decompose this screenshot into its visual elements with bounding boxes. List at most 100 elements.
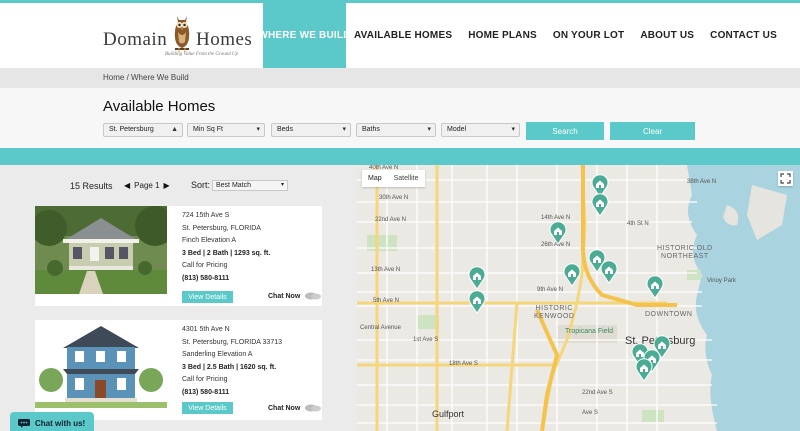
chat-now-link[interactable]: Chat Now bbox=[268, 292, 322, 300]
listing-card[interactable]: 4301 5th Ave N St. Petersburg, FLORIDA 3… bbox=[35, 320, 322, 420]
listing-address: 4301 5th Ave N bbox=[182, 326, 230, 333]
accent-band bbox=[0, 148, 800, 165]
view-details-button[interactable]: View Details bbox=[182, 402, 233, 414]
map-label-tropicana-field: Tropicana Field bbox=[565, 328, 613, 335]
search-filter-section: Available Homes St. Petersburg ▲︎ Min Sq… bbox=[0, 88, 800, 148]
pagination: ◀ Page 1 ▶ bbox=[124, 181, 170, 190]
prev-page-icon[interactable]: ◀ bbox=[124, 181, 130, 190]
chat-widget-label: Chat with us! bbox=[35, 418, 86, 428]
city-select[interactable]: St. Petersburg ▲︎ bbox=[103, 123, 183, 137]
view-details-button[interactable]: View Details bbox=[182, 291, 233, 303]
city-select-value: St. Petersburg bbox=[109, 126, 154, 133]
home-pin-icon[interactable] bbox=[653, 335, 671, 359]
listing-phone[interactable]: (813) 580-8111 bbox=[182, 387, 317, 400]
chevron-down-icon: ▲︎ bbox=[171, 126, 178, 133]
street-label: 30th Ave N bbox=[379, 195, 409, 201]
listing-card[interactable]: 724 15th Ave S St. Petersburg, FLORIDA F… bbox=[35, 206, 322, 306]
nav-on-your-lot[interactable]: ON YOUR LOT bbox=[545, 3, 632, 68]
chevron-down-icon: ▾ bbox=[256, 126, 260, 133]
chevron-down-icon: ▾ bbox=[280, 182, 284, 188]
map-label-historic-old-northeast: HISTORIC OLD NORTHEAST bbox=[657, 245, 713, 260]
main-nav: WHERE WE BUILD AVAILABLE HOMES HOME PLAN… bbox=[258, 3, 785, 68]
satellite-view-button[interactable]: Satellite bbox=[388, 170, 425, 187]
map-label-central-ave: Central Avenue bbox=[360, 325, 401, 331]
home-pin-icon[interactable] bbox=[600, 260, 618, 284]
street-label: 4th St N bbox=[627, 221, 649, 227]
clear-button[interactable]: Clear bbox=[610, 122, 695, 140]
street-label: 9th Ave N bbox=[537, 287, 563, 293]
map-label-historic-kenwood: HISTORIC KENWOOD bbox=[534, 305, 575, 320]
chat-now-label: Chat Now bbox=[268, 292, 301, 300]
sort-select[interactable]: Best Match ▾ bbox=[212, 180, 288, 191]
street-label: 40th Ave N bbox=[369, 165, 399, 171]
brand-name-right: Homes bbox=[196, 29, 253, 50]
listing-specs: 3 Bed | 2.5 Bath | 1620 sq. ft. bbox=[182, 363, 277, 371]
home-pin-icon[interactable] bbox=[591, 193, 609, 217]
page-indicator: Page 1 bbox=[134, 181, 160, 190]
model-select-value: Model bbox=[447, 126, 467, 133]
street-label: 18th Ave S bbox=[449, 361, 478, 367]
chat-icon bbox=[18, 418, 30, 428]
fullscreen-icon[interactable] bbox=[778, 171, 793, 186]
nav-contact-us[interactable]: CONTACT US bbox=[702, 3, 785, 68]
chevron-down-icon: ▾ bbox=[342, 126, 346, 133]
street-label: 38th Ave N bbox=[687, 179, 717, 185]
listing-plan: Sanderling Elevation A bbox=[182, 351, 253, 358]
beds-select[interactable]: Beds ▾ bbox=[271, 123, 351, 137]
map-label-vinoy-park: Vinoy Park bbox=[707, 278, 736, 284]
home-pin-icon[interactable] bbox=[549, 221, 567, 245]
street-label: Ave S bbox=[582, 410, 598, 416]
min-sqft-select[interactable]: Min Sq Ft ▾ bbox=[187, 123, 265, 137]
map-canvas bbox=[357, 165, 800, 431]
chat-bubble-icon bbox=[305, 292, 322, 300]
map-label-downtown: DOWNTOWN bbox=[645, 311, 693, 318]
listing-pricing: Call for Pricing bbox=[182, 262, 228, 269]
nav-about-us[interactable]: ABOUT US bbox=[632, 3, 702, 68]
listing-specs: 3 Bed | 2 Bath | 1293 sq. ft. bbox=[182, 249, 271, 257]
results-count: 15 Results bbox=[70, 181, 113, 191]
breadcrumb[interactable]: Home / Where We Build bbox=[103, 73, 189, 82]
listing-city: St. Petersburg, FLORIDA bbox=[182, 224, 261, 232]
house-photo[interactable] bbox=[35, 206, 167, 294]
baths-select-value: Baths bbox=[362, 126, 380, 133]
nav-available-homes[interactable]: AVAILABLE HOMES bbox=[346, 3, 460, 68]
brand-tagline: Building Value From the Ground Up bbox=[165, 52, 239, 57]
home-pin-icon[interactable] bbox=[468, 266, 486, 290]
street-label: 5th Ave N bbox=[373, 298, 399, 304]
home-pin-icon[interactable] bbox=[563, 263, 581, 287]
nav-home-plans[interactable]: HOME PLANS bbox=[460, 3, 545, 68]
search-button[interactable]: Search bbox=[526, 122, 604, 140]
listing-city: St. Petersburg, FLORIDA 33713 bbox=[182, 338, 282, 346]
beds-select-value: Beds bbox=[277, 126, 293, 133]
results-panel: 15 Results ◀ Page 1 ▶ Sort: Best Match ▾ bbox=[0, 165, 357, 431]
map-view-button[interactable]: Map bbox=[362, 170, 388, 187]
baths-select[interactable]: Baths ▾ bbox=[356, 123, 436, 137]
brand-name-left: Domain bbox=[103, 29, 168, 50]
owl-icon bbox=[174, 16, 190, 52]
street-label: 13th Ave N bbox=[371, 267, 401, 273]
home-pin-icon[interactable] bbox=[635, 358, 653, 382]
sort-label: Sort: bbox=[191, 180, 211, 190]
min-sqft-select-value: Min Sq Ft bbox=[193, 126, 223, 133]
map-type-toggle: Map Satellite bbox=[362, 170, 425, 187]
next-page-icon[interactable]: ▶ bbox=[164, 181, 170, 190]
brand-logo[interactable]: Domain Homes Building Value From the Gro… bbox=[103, 12, 253, 62]
model-select[interactable]: Model ▾ bbox=[441, 123, 520, 137]
results-map[interactable]: Map Satellite HISTORIC KENWOOD HISTORIC O… bbox=[357, 165, 800, 431]
street-label: 22nd Ave S bbox=[582, 390, 613, 396]
site-header: Domain Homes Building Value From the Gro… bbox=[0, 3, 800, 68]
chat-widget[interactable]: Chat with us! bbox=[10, 412, 94, 431]
breadcrumb-bar: Home / Where We Build bbox=[0, 68, 800, 88]
home-pin-icon[interactable] bbox=[646, 275, 664, 299]
listing-pricing: Call for Pricing bbox=[182, 376, 228, 383]
nav-where-we-build[interactable]: WHERE WE BUILD bbox=[258, 3, 350, 68]
home-pin-icon[interactable] bbox=[468, 290, 486, 314]
listing-details: 724 15th Ave S St. Petersburg, FLORIDA F… bbox=[182, 210, 317, 285]
map-label-gulfport: Gulfport bbox=[432, 409, 465, 419]
street-label: 22nd Ave N bbox=[375, 217, 406, 223]
listing-phone[interactable]: (813) 580-8111 bbox=[182, 273, 317, 286]
chevron-down-icon: ▾ bbox=[511, 126, 515, 133]
listing-plan: Finch Elevation A bbox=[182, 237, 237, 244]
chat-now-link[interactable]: Chat Now bbox=[268, 404, 322, 412]
house-rendering[interactable] bbox=[35, 320, 167, 408]
